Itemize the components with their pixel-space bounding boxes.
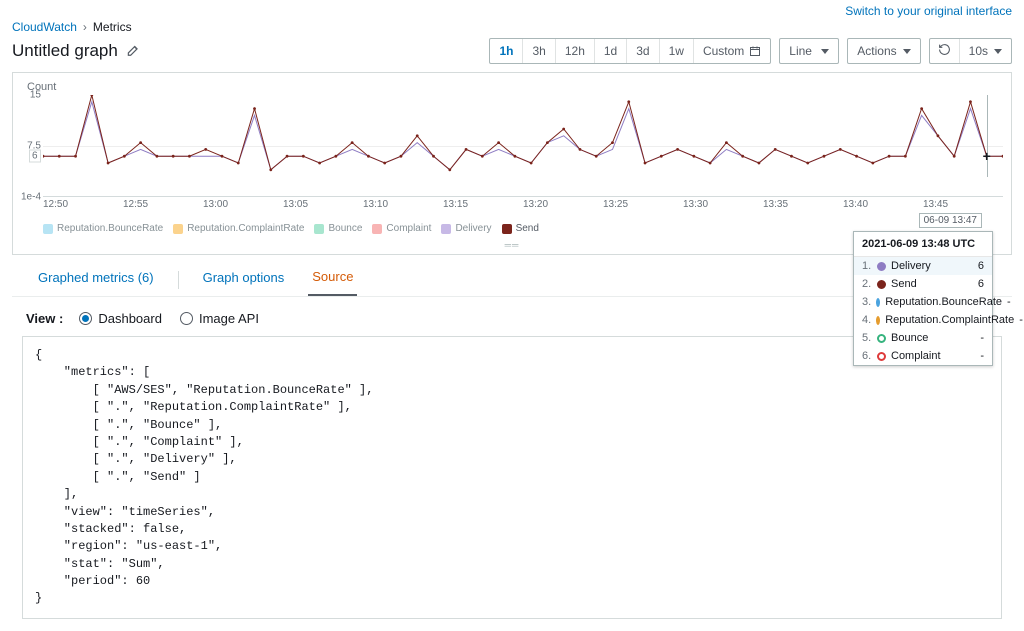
x-tick: 13:35 <box>763 199 843 217</box>
legend-item[interactable]: Reputation.ComplaintRate <box>173 223 304 234</box>
x-tick: 12:50 <box>43 199 123 217</box>
page-title: Untitled graph <box>12 41 118 61</box>
cursor-time-badge: 06-09 13:47 <box>919 213 982 228</box>
legend-item[interactable]: Send <box>502 223 539 234</box>
legend-item[interactable]: Complaint <box>372 223 431 234</box>
tooltip-row: 3.Reputation.BounceRate- <box>854 293 992 311</box>
chevron-right-icon: › <box>83 20 87 34</box>
legend-label: Delivery <box>455 223 491 234</box>
time-range-3h[interactable]: 3h <box>523 39 555 63</box>
legend-item[interactable]: Bounce <box>314 223 362 234</box>
switch-interface-link[interactable]: Switch to your original interface <box>845 4 1012 18</box>
x-tick: 13:20 <box>523 199 603 217</box>
y-tick: 1e-4 <box>21 192 41 203</box>
refresh-button[interactable] <box>930 39 960 63</box>
chart-plot[interactable]: 157.51e-4 6 + 12:5012:5513:0013:0513:101… <box>43 95 1003 217</box>
caret-down-icon <box>994 49 1002 54</box>
x-tick: 13:00 <box>203 199 283 217</box>
tooltip-row: 5.Bounce- <box>854 329 992 347</box>
time-range-group: 1h3h12h1d3d1wCustom <box>489 38 771 64</box>
legend-label: Reputation.ComplaintRate <box>187 223 304 234</box>
caret-down-icon <box>821 49 829 54</box>
time-range-3d[interactable]: 3d <box>627 39 659 63</box>
refresh-interval-label: 10s <box>969 44 988 58</box>
divider <box>178 271 179 289</box>
legend-item[interactable]: Delivery <box>441 223 491 234</box>
x-tick: 13:30 <box>683 199 763 217</box>
legend-swatch-icon <box>441 224 451 234</box>
breadcrumb: CloudWatch › Metrics <box>0 18 1024 38</box>
legend-label: Complaint <box>386 223 431 234</box>
legend-swatch-icon <box>502 224 512 234</box>
view-radio-dashboard[interactable]: Dashboard <box>79 311 162 326</box>
caret-down-icon <box>903 49 911 54</box>
tooltip-title: 2021-06-09 13:48 UTC <box>854 232 992 257</box>
legend-label: Send <box>516 223 539 234</box>
actions-button[interactable]: Actions <box>847 38 920 64</box>
legend-label: Reputation.BounceRate <box>57 223 163 234</box>
legend-item[interactable]: Reputation.BounceRate <box>43 223 163 234</box>
viz-type-select[interactable]: Line <box>779 38 839 64</box>
tooltip-row: 6.Complaint- <box>854 347 992 365</box>
x-tick: 13:25 <box>603 199 683 217</box>
x-tick: 13:05 <box>283 199 363 217</box>
x-tick: 13:15 <box>443 199 523 217</box>
view-radio-image-api[interactable]: Image API <box>180 311 259 326</box>
calendar-icon <box>749 45 761 57</box>
chart-card: Count 157.51e-4 6 + 12:5012:5513:0013:05… <box>12 72 1012 255</box>
x-tick: 13:40 <box>843 199 923 217</box>
tab-graph-options[interactable]: Graph options <box>199 270 289 295</box>
time-range-1w[interactable]: 1w <box>660 39 694 63</box>
legend-label: Bounce <box>328 223 362 234</box>
time-range-1h[interactable]: 1h <box>490 39 523 63</box>
viz-type-label: Line <box>789 44 812 58</box>
time-range-custom[interactable]: Custom <box>694 39 770 63</box>
breadcrumb-root[interactable]: CloudWatch <box>12 20 77 34</box>
time-range-12h[interactable]: 12h <box>556 39 595 63</box>
tooltip-row: 2.Send6 <box>854 275 992 293</box>
chart-y-label: Count <box>27 81 1003 93</box>
x-tick: 13:10 <box>363 199 443 217</box>
tab-source[interactable]: Source <box>308 269 357 296</box>
tooltip-row: 4.Reputation.ComplaintRate- <box>854 311 992 329</box>
legend-swatch-icon <box>43 224 53 234</box>
y-marker: 6 <box>29 150 41 163</box>
view-label: View : <box>26 311 63 326</box>
refresh-interval-select[interactable]: 10s <box>960 39 1011 63</box>
edit-icon[interactable] <box>126 43 140 60</box>
x-tick: 12:55 <box>123 199 203 217</box>
chart-tooltip: 06-09 13:47 2021-06-09 13:48 UTC 1.Deliv… <box>853 231 993 366</box>
time-range-1d[interactable]: 1d <box>595 39 627 63</box>
y-tick: 15 <box>30 90 41 101</box>
tab-graphed-metrics-6-[interactable]: Graphed metrics (6) <box>34 270 158 295</box>
actions-label: Actions <box>857 44 896 58</box>
legend-swatch-icon <box>314 224 324 234</box>
breadcrumb-here: Metrics <box>93 20 132 34</box>
legend-swatch-icon <box>372 224 382 234</box>
legend-swatch-icon <box>173 224 183 234</box>
source-code[interactable]: { "metrics": [ [ "AWS/SES", "Reputation.… <box>22 336 1002 619</box>
tooltip-row: 1.Delivery6 <box>854 257 992 275</box>
